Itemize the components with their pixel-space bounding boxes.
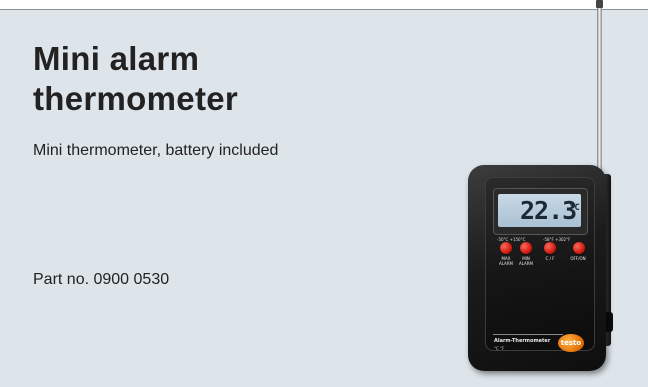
lcd-display: 22.3 °C [498, 194, 581, 227]
min-alarm-label: MIN ALARM [518, 256, 534, 266]
brand-divider [493, 334, 563, 335]
max-alarm-button [500, 242, 512, 254]
unit-toggle-button [544, 242, 556, 254]
model-label: Alarm-Thermometer [494, 338, 551, 344]
product-description: Mini thermometer, battery included [33, 142, 279, 159]
power-label: OFF/ON [570, 256, 586, 261]
probe-rod [597, 0, 602, 180]
part-number: Part no. 0900 0530 [33, 271, 170, 288]
units-label: °C °F [494, 346, 505, 351]
lcd-temperature: 22.3 [520, 196, 577, 225]
product-title: Mini alarm thermometer [33, 40, 239, 117]
power-button [573, 242, 585, 254]
lcd-unit: °C [569, 203, 580, 213]
probe-tip [596, 0, 603, 8]
unit-toggle-label: C / F [545, 256, 555, 261]
range-fahrenheit: -58°F +302°F [543, 237, 571, 242]
min-alarm-button [520, 242, 532, 254]
range-celsius: -50°C +150°C [497, 237, 526, 242]
testo-logo: testo [558, 334, 584, 352]
max-alarm-label: MAX ALARM [498, 256, 514, 266]
